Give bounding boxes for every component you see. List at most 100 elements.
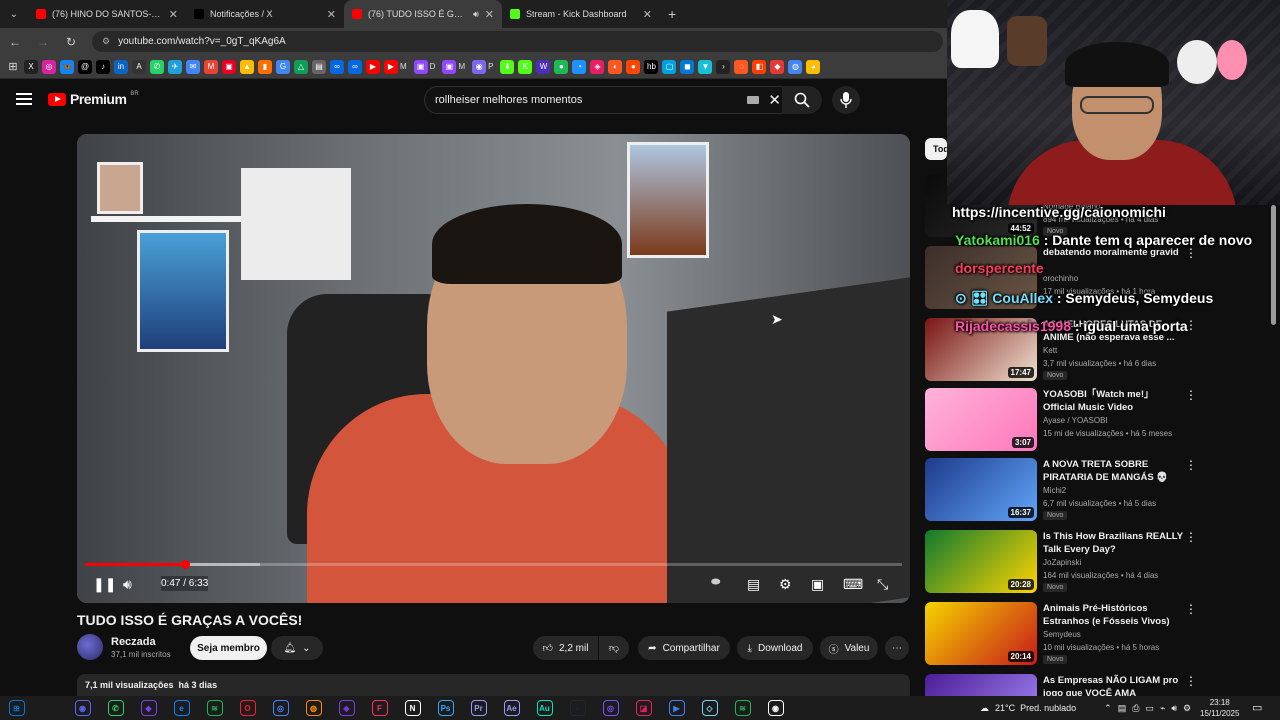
bookmark-icon[interactable]: ◔	[572, 59, 587, 74]
clear-search-icon[interactable]: ✕	[768, 91, 781, 109]
bookmark-label[interactable]: P	[488, 62, 493, 71]
bookmark-icon[interactable]: ▤	[312, 59, 326, 74]
more-options-icon[interactable]: ⋮	[1185, 246, 1197, 260]
taskbar-app-icon[interactable]: ◍	[297, 696, 330, 720]
bookmark-icon[interactable]: ◉	[472, 59, 487, 74]
bookmark-icon[interactable]: ▼	[698, 59, 713, 74]
taskbar-app-icon[interactable]: ⊞	[0, 696, 33, 720]
taskbar-app-icon[interactable]: ≋	[726, 696, 759, 720]
bookmark-icon[interactable]: ◼	[680, 59, 695, 74]
taskbar-app-icon[interactable]: ◉	[759, 696, 792, 720]
bookmark-icon[interactable]: ◎	[42, 59, 56, 74]
bookmark-icon[interactable]: ▣	[222, 59, 236, 74]
recommended-title[interactable]: Is This How Brazilians REALLY Talk Every…	[1043, 530, 1183, 556]
notifications-icon[interactable]: ▭	[1252, 701, 1262, 714]
taskbar-app-icon[interactable]: ≡	[561, 696, 594, 720]
bookmark-icon[interactable]: ▮	[258, 59, 272, 74]
bookmark-icon[interactable]: ◕	[806, 59, 821, 74]
close-tab-icon[interactable]: ✕	[485, 8, 494, 21]
weather-icon[interactable]: ☁	[980, 703, 989, 714]
bookmark-icon[interactable]: @	[78, 59, 92, 74]
recommended-channel[interactable]: orochinho	[1043, 274, 1078, 283]
miniplayer-icon[interactable]: ▣	[811, 576, 824, 593]
bookmark-icon[interactable]: ●	[626, 59, 641, 74]
download-button[interactable]: ⤓ Download	[737, 636, 813, 660]
bookmark-icon[interactable]: M	[204, 59, 218, 74]
bookmark-icon[interactable]: G	[276, 59, 290, 74]
page-scrollbar[interactable]	[1271, 205, 1276, 325]
bookmark-label[interactable]: D	[430, 62, 436, 71]
close-tab-icon[interactable]: ✕	[643, 8, 652, 21]
bookmark-icon[interactable]: ◌	[734, 59, 749, 74]
keyboard-icon[interactable]	[747, 96, 759, 104]
taskbar-app-icon[interactable]: ✆	[99, 696, 132, 720]
volume-icon[interactable]: 🔊︎	[123, 576, 132, 593]
video-player[interactable]: ➤ ❚❚ 🔊︎ ⬬ ▤ ⚙ ▣ ⌨ ⤡ 0:47 / 6:33	[77, 134, 910, 603]
tray-icon[interactable]: ⎙	[1132, 703, 1139, 714]
subscription-bell-button[interactable]: 🔔︎ ⌄	[271, 636, 323, 660]
bookmark-icon[interactable]: ✆	[150, 59, 164, 74]
voice-search-button[interactable]	[832, 86, 860, 114]
bookmark-label[interactable]: M	[458, 62, 465, 71]
video-progress-bar[interactable]	[85, 560, 902, 569]
recommended-title[interactable]: As Empresas NÃO LIGAM pro jogo que VOCÊ …	[1043, 674, 1183, 698]
taskbar-app-icon[interactable]: ◎	[594, 696, 627, 720]
taskbar-app-icon[interactable]: ⌕	[33, 696, 66, 720]
browser-tab[interactable]: Notificações / X ✕	[186, 0, 344, 28]
bookmark-icon[interactable]: W	[536, 59, 551, 74]
recommended-title[interactable]: Animais Pré-Históricos Estranhos (e Fóss…	[1043, 602, 1183, 628]
thanks-button[interactable]: ⓢ Valeu	[820, 636, 878, 660]
scrubber-knob[interactable]	[180, 560, 190, 569]
tab-search-menu-button[interactable]: ⌄	[0, 0, 28, 28]
recommended-channel[interactable]: Kett	[1043, 346, 1057, 355]
hamburger-menu-icon[interactable]	[16, 93, 32, 105]
autoplay-toggle-icon[interactable]: ⬬	[711, 576, 720, 589]
taskbar-app-icon[interactable]: ◇	[693, 696, 726, 720]
recommended-video[interactable]: 20:14 Animais Pré-Históricos Estranhos (…	[925, 602, 1197, 666]
browser-tab[interactable]: (76) TUDO ISSO É GRAÇAS 🔊︎ ✕	[344, 0, 502, 28]
more-options-icon[interactable]: ⋮	[1185, 674, 1197, 688]
youtube-premium-logo[interactable]: Premium BR	[48, 91, 139, 107]
like-button[interactable]: 👍︎ 2,2 mil	[533, 636, 598, 660]
more-options-icon[interactable]: ⋮	[1185, 458, 1197, 472]
bookmark-icon[interactable]: ▣	[413, 59, 428, 74]
taskbar-app-icon[interactable]: Pr	[462, 696, 495, 720]
taskbar-app-icon[interactable]: Ps	[429, 696, 462, 720]
bookmark-icon[interactable]: ◈	[590, 59, 605, 74]
recommended-title[interactable]: YOASOBI「Watch me!」Official Music Video	[1043, 388, 1183, 414]
close-tab-icon[interactable]: ✕	[327, 8, 336, 21]
taskbar-app-icon[interactable]: Au	[528, 696, 561, 720]
bookmark-icon[interactable]: ⬇	[500, 59, 515, 74]
tray-icon[interactable]: ▭	[1145, 703, 1154, 714]
taskbar-app-icon[interactable]: ≋	[198, 696, 231, 720]
recommended-video[interactable]: 16:37 A NOVA TRETA SOBRE PIRATARIA DE MA…	[925, 458, 1197, 522]
tab-audio-icon[interactable]: 🔊︎	[473, 9, 479, 20]
share-button[interactable]: ➦ Compartilhar	[638, 636, 730, 660]
bookmark-icon[interactable]: hb	[644, 59, 659, 74]
bookmark-icon[interactable]: ▲	[240, 59, 254, 74]
recommended-video[interactable]: 3:07 YOASOBI「Watch me!」Official Music Vi…	[925, 388, 1197, 452]
recommended-video[interactable]: As Empresas NÃO LIGAM pro jogo que VOCÊ …	[925, 674, 1197, 698]
video-thumbnail[interactable]: 20:14	[925, 602, 1037, 665]
taskbar-app-icon[interactable]: ▶	[660, 696, 693, 720]
filter-chip-all[interactable]: Tod	[925, 138, 947, 160]
join-membership-button[interactable]: Seja membro	[190, 636, 267, 660]
bookmark-label[interactable]: M	[400, 62, 407, 71]
bookmark-icon[interactable]: A	[132, 59, 146, 74]
search-button[interactable]	[782, 86, 822, 114]
bookmark-icon[interactable]: ◍	[788, 59, 803, 74]
bookmark-icon[interactable]: ●	[554, 59, 569, 74]
tray-icon[interactable]: ⚙	[1183, 703, 1191, 714]
taskbar-app-icon[interactable]: ◆	[132, 696, 165, 720]
recommended-channel[interactable]: JoZapinski	[1043, 558, 1081, 567]
taskbar-app-icon[interactable]: O	[231, 696, 264, 720]
taskbar-app-icon[interactable]: ◈	[330, 696, 363, 720]
weather-text[interactable]: 21°C Pred. nublado	[995, 703, 1076, 713]
bookmark-icon[interactable]: ›	[716, 59, 731, 74]
back-arrow-icon[interactable]: ←	[8, 35, 22, 49]
fullscreen-icon[interactable]: ⤡	[877, 576, 888, 593]
taskbar-app-icon[interactable]: N	[396, 696, 429, 720]
bookmark-icon[interactable]: ◆	[770, 59, 785, 74]
bookmark-icon[interactable]: ▣	[442, 59, 457, 74]
video-thumbnail[interactable]: 20:28	[925, 530, 1037, 593]
